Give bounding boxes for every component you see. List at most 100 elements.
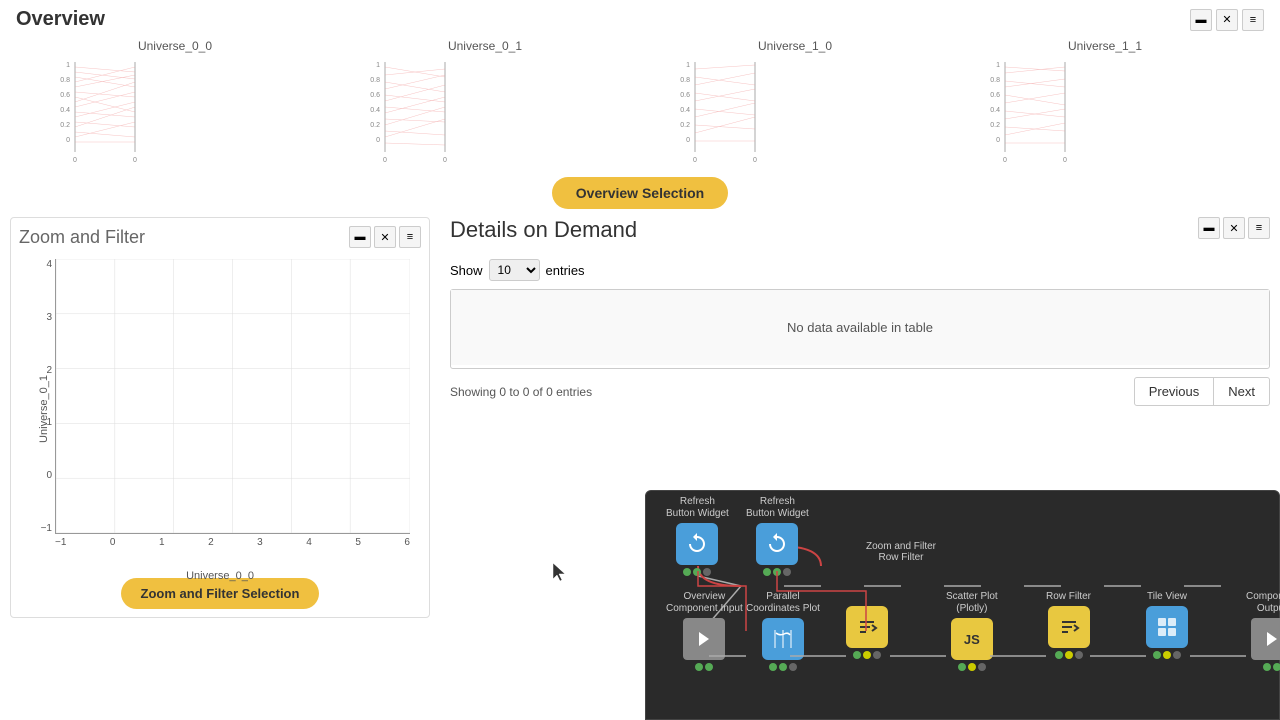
y-tick-0: 0	[46, 470, 52, 481]
parallel-plot-1-0: 1 0.8 0.6 0.4 0.2 0 0	[665, 57, 925, 167]
svg-text:1: 1	[66, 62, 70, 69]
svg-text:1: 1	[996, 62, 1000, 69]
svg-text:0.6: 0.6	[680, 92, 690, 99]
svg-text:0: 0	[383, 157, 387, 164]
dot-green	[1055, 651, 1063, 659]
close-button[interactable]: ✕	[1216, 9, 1238, 31]
x-tick-neg1: −1	[55, 537, 66, 548]
universe-title-1-1: Universe_1_1	[1068, 39, 1142, 53]
refresh1-box[interactable]	[676, 523, 718, 565]
svg-text:0.2: 0.2	[680, 122, 690, 129]
zoom-row-filter-box[interactable]	[846, 606, 888, 648]
zf-menu-button[interactable]: ≡	[399, 226, 421, 248]
flow-panel: RefreshButton Widget RefreshButton Widge…	[645, 490, 1280, 720]
details-menu-button[interactable]: ≡	[1248, 217, 1270, 239]
dot-green	[705, 663, 713, 671]
minimize-button[interactable]: ▬	[1190, 9, 1212, 31]
universe-panel-0-1: Universe_0_1 1 0.8 0.6 0.4 0.2 0	[345, 39, 625, 167]
dot-green	[683, 568, 691, 576]
svg-text:0.6: 0.6	[990, 92, 1000, 99]
x-axis-label: Universe_0_0	[186, 570, 254, 582]
flow-node-tile-view: Tile View	[1146, 591, 1188, 659]
entries-label: entries	[546, 263, 585, 278]
tile-view-label: Tile View	[1147, 591, 1187, 603]
x-tick-4: 4	[306, 537, 312, 548]
svg-text:0.4: 0.4	[370, 107, 380, 114]
svg-text:0: 0	[443, 157, 447, 164]
y-axis-ticks: 4 3 2 1 0 −1	[25, 259, 55, 534]
next-button[interactable]: Next	[1214, 377, 1270, 406]
svg-text:0.8: 0.8	[60, 77, 70, 84]
dot-yellow	[1163, 651, 1171, 659]
details-title: Details on Demand	[450, 217, 637, 243]
svg-text:0.4: 0.4	[680, 107, 690, 114]
x-tick-1: 1	[159, 537, 165, 548]
flow-node-zoom-row-filter	[846, 591, 888, 659]
app-header: Overview ▬ ✕ ≡	[0, 0, 1280, 39]
svg-text:0.4: 0.4	[60, 107, 70, 114]
dot-yellow	[863, 651, 871, 659]
scatter-box[interactable]: JS	[951, 618, 993, 660]
row-filter-box[interactable]	[1048, 606, 1090, 648]
parallel-label: ParallelCoordinates Plot	[746, 591, 820, 615]
parallel-box[interactable]	[762, 618, 804, 660]
zoom-filter-selection-button[interactable]: Zoom and Filter Selection	[121, 578, 320, 609]
flow-node-row-filter: Row Filter	[1046, 591, 1091, 659]
svg-text:0.2: 0.2	[370, 122, 380, 129]
comp-output-box[interactable]	[1251, 618, 1280, 660]
previous-button[interactable]: Previous	[1134, 377, 1215, 406]
y-tick-3: 3	[46, 312, 52, 323]
dot-green	[763, 568, 771, 576]
scatter-plot-inner[interactable]	[55, 259, 410, 534]
svg-text:0.8: 0.8	[680, 77, 690, 84]
flow-node-scatter: Scatter Plot(Plotly) JS	[946, 591, 998, 671]
refresh2-dots	[763, 568, 791, 576]
svg-text:0: 0	[66, 137, 70, 144]
universe-panel-1-1: Universe_1_1 1 0.8 0.6 0.4 0.2 0	[965, 39, 1245, 167]
x-axis-ticks: −1 0 1 2 3 4 5 6	[55, 534, 410, 564]
menu-button[interactable]: ≡	[1242, 9, 1264, 31]
dot-gray	[1075, 651, 1083, 659]
svg-text:0: 0	[1063, 157, 1067, 164]
svg-text:0: 0	[753, 157, 757, 164]
y-tick-4: 4	[46, 259, 52, 270]
entries-select[interactable]: 10 25 50 100	[489, 259, 540, 281]
flow-node-refresh2: RefreshButton Widget	[746, 496, 809, 576]
dot-green	[779, 663, 787, 671]
scatter-dots	[958, 663, 986, 671]
refresh1-dots	[683, 568, 711, 576]
show-label: Show	[450, 263, 483, 278]
refresh1-label: RefreshButton Widget	[666, 496, 729, 520]
svg-text:0.6: 0.6	[60, 92, 70, 99]
dot-green	[695, 663, 703, 671]
refresh2-box[interactable]	[756, 523, 798, 565]
details-close-button[interactable]: ✕	[1223, 217, 1245, 239]
flow-node-comp-output: Component Output	[1246, 591, 1280, 671]
tile-view-box[interactable]	[1146, 606, 1188, 648]
overview-input-box[interactable]	[683, 618, 725, 660]
flow-node-parallel: ParallelCoordinates Plot	[746, 591, 820, 671]
flow-node-refresh1: RefreshButton Widget	[666, 496, 729, 576]
svg-text:0: 0	[1003, 157, 1007, 164]
universe-panel-1-0: Universe_1_0 1 0.8 0.6 0.4 0.2 0	[655, 39, 935, 167]
tile-view-dots	[1153, 651, 1181, 659]
details-minimize-button[interactable]: ▬	[1198, 217, 1220, 239]
flow-node-overview-input: OverviewComponent Input	[666, 591, 743, 671]
svg-text:0: 0	[693, 157, 697, 164]
refresh2-label: RefreshButton Widget	[746, 496, 809, 520]
zf-close-button[interactable]: ✕	[374, 226, 396, 248]
svg-text:0.8: 0.8	[370, 77, 380, 84]
overview-input-label: OverviewComponent Input	[666, 591, 743, 615]
x-tick-6: 6	[404, 537, 410, 548]
svg-text:1: 1	[686, 62, 690, 69]
dot-green	[769, 663, 777, 671]
overview-selection-button[interactable]: Overview Selection	[552, 177, 728, 209]
dot-green	[1153, 651, 1161, 659]
dot-gray	[783, 568, 791, 576]
zf-minimize-button[interactable]: ▬	[349, 226, 371, 248]
dot-green	[1263, 663, 1271, 671]
y-tick-2: 2	[46, 365, 52, 376]
svg-text:0.4: 0.4	[990, 107, 1000, 114]
svg-text:0: 0	[73, 157, 77, 164]
svg-text:0.8: 0.8	[990, 77, 1000, 84]
